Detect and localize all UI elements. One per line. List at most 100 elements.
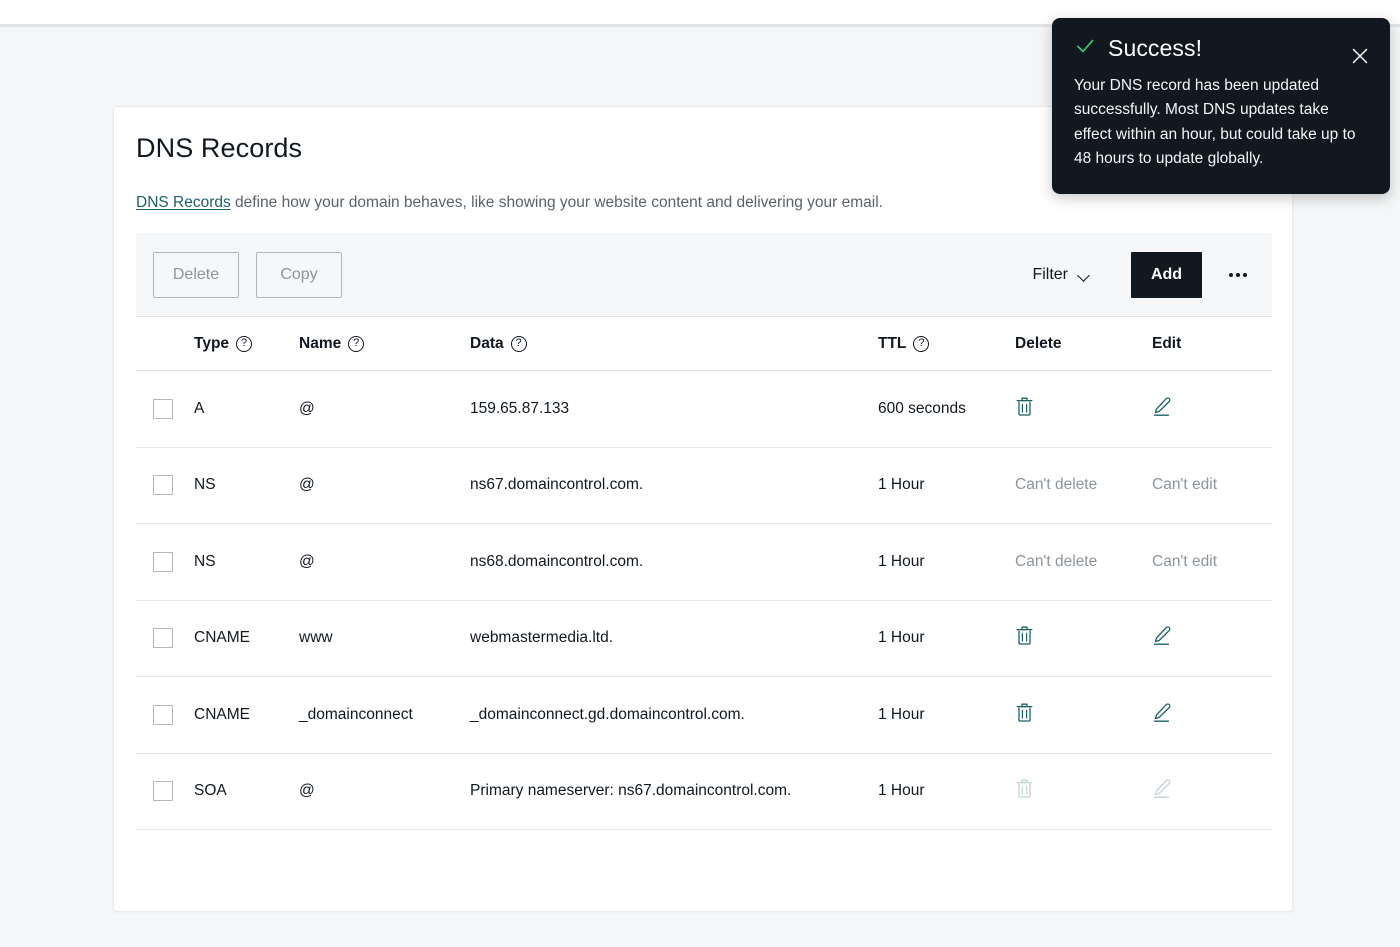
check-icon (1074, 35, 1096, 62)
cell-data: ns68.domaincontrol.com. (470, 552, 644, 570)
header-data: Data ? (470, 335, 878, 353)
edit-record-unavailable-label: Can't edit (1152, 552, 1217, 570)
help-icon[interactable]: ? (510, 335, 527, 352)
toast-header: Success! (1074, 35, 1368, 62)
cell-name: _domainconnect (299, 705, 413, 723)
kebab-dot (1229, 272, 1233, 277)
cell-delete (1015, 778, 1152, 804)
row-checkbox[interactable] (153, 398, 173, 419)
cell-name: www (299, 629, 333, 647)
cell-type: CNAME (194, 705, 250, 723)
row-select-cell (136, 475, 194, 496)
cell-edit (1152, 625, 1272, 651)
add-button[interactable]: Add (1131, 251, 1202, 298)
header-ttl-label: TTL (878, 334, 907, 352)
edit-record-icon (1152, 778, 1173, 799)
row-select-cell (136, 628, 194, 649)
dns-records-table: Type ? Name ? Data ? TTL ? Delete Edit A… (136, 317, 1272, 830)
cell-data: Primary nameserver: ns67.domaincontrol.c… (470, 782, 792, 800)
help-icon[interactable]: ? (236, 335, 253, 352)
table-row: CNAME _domainconnect _domainconnect.gd.dom… (136, 677, 1272, 754)
cell-edit: Can't edit (1152, 476, 1272, 494)
row-checkbox[interactable] (153, 475, 173, 496)
chevron-down-icon (1078, 271, 1091, 279)
row-checkbox[interactable] (153, 781, 173, 802)
more-options-icon[interactable] (1224, 261, 1252, 289)
success-toast: Success! Your DNS record has been update… (1052, 18, 1390, 194)
row-select-cell (136, 781, 194, 802)
table-row: NS @ ns68.domaincontrol.com. 1 Hour Can't de… (136, 524, 1272, 601)
edit-record-unavailable-label: Can't edit (1152, 476, 1217, 494)
cell-ttl: 600 seconds (878, 399, 966, 417)
filter-dropdown[interactable]: Filter (1028, 260, 1095, 290)
page-title: DNS Records (136, 133, 303, 163)
delete-record-icon[interactable] (1015, 702, 1034, 723)
header-data-label: Data (470, 334, 504, 352)
cell-type: CNAME (194, 629, 250, 647)
cell-edit (1152, 396, 1272, 422)
toast-title: Success! (1108, 35, 1203, 61)
cell-name: @ (299, 476, 315, 494)
edit-record-icon[interactable] (1152, 625, 1173, 646)
close-icon[interactable] (1350, 46, 1370, 66)
edit-record-icon[interactable] (1152, 702, 1173, 723)
header-ttl: TTL ? (878, 335, 1015, 353)
cell-data: _domainconnect.gd.domaincontrol.com. (470, 705, 745, 723)
header-name: Name ? (299, 335, 470, 353)
dns-records-link[interactable]: DNS Records (136, 194, 231, 211)
cell-delete (1015, 625, 1152, 651)
header-type-label: Type (194, 334, 230, 352)
cell-delete (1015, 702, 1152, 728)
cell-delete: Can't delete (1015, 476, 1152, 494)
delete-record-icon[interactable] (1015, 625, 1034, 646)
dns-records-card: DNS Records DNS Records define how your … (113, 106, 1293, 912)
header-delete: Delete (1015, 334, 1062, 352)
toolbar-right-group: Filter Add (1028, 233, 1272, 316)
table-body: A @159.65.87.133 600 seconds NS @ ns67.domain… (136, 371, 1272, 830)
cell-edit (1152, 702, 1272, 728)
kebab-dot (1243, 272, 1247, 277)
row-select-cell (136, 551, 194, 572)
table-row: CNAME www webmastermedia.ltd. 1 Hour (136, 601, 1272, 677)
copy-button[interactable]: Copy (256, 251, 342, 298)
edit-record-icon[interactable] (1152, 396, 1173, 417)
cell-name: @ (299, 552, 315, 570)
cell-delete (1015, 396, 1152, 422)
cell-edit (1152, 778, 1272, 804)
filter-label: Filter (1032, 265, 1068, 283)
header-name-label: Name (299, 334, 342, 352)
header-edit: Edit (1152, 334, 1182, 352)
table-toolbar: Delete Copy Filter Add (136, 233, 1272, 317)
delete-record-unavailable-label: Can't delete (1015, 552, 1098, 570)
cell-name: @ (299, 782, 315, 800)
row-checkbox[interactable] (153, 551, 173, 572)
cell-name: @ (299, 399, 315, 417)
cell-type: SOA (194, 782, 227, 800)
cell-delete: Can't delete (1015, 553, 1152, 571)
help-icon[interactable]: ? (913, 335, 930, 352)
cell-ttl: 1 Hour (878, 782, 925, 800)
cell-ttl: 1 Hour (878, 552, 925, 570)
toast-message: Your DNS record has been updated success… (1074, 77, 1356, 168)
table-row: NS @ ns67.domaincontrol.com. 1 Hour Can't de… (136, 448, 1272, 524)
page-description: DNS Records define how your domain behav… (136, 192, 883, 214)
row-select-cell (136, 704, 194, 725)
kebab-dot (1236, 272, 1240, 277)
table-header-row: Type ? Name ? Data ? TTL ? Delete Edit (136, 317, 1272, 371)
cell-ttl: 1 Hour (878, 629, 925, 647)
help-icon[interactable]: ? (348, 335, 365, 352)
table-row: SOA @ Primary nameserver: ns67.domaincontr… (136, 754, 1272, 830)
row-select-cell (136, 398, 194, 419)
row-checkbox[interactable] (153, 704, 173, 725)
cell-data: webmastermedia.ltd. (470, 629, 614, 647)
delete-record-unavailable-label: Can't delete (1015, 476, 1098, 494)
cell-data: ns67.domaincontrol.com. (470, 476, 644, 494)
row-checkbox[interactable] (153, 628, 173, 649)
delete-record-icon[interactable] (1015, 396, 1034, 417)
page-description-text: define how your domain behaves, like sho… (230, 194, 883, 211)
delete-button[interactable]: Delete (153, 251, 239, 298)
cell-type: NS (194, 552, 216, 570)
cell-data: 159.65.87.133 (470, 399, 570, 417)
cell-type: NS (194, 476, 216, 494)
table-row: A @159.65.87.133 600 seconds (136, 371, 1272, 448)
